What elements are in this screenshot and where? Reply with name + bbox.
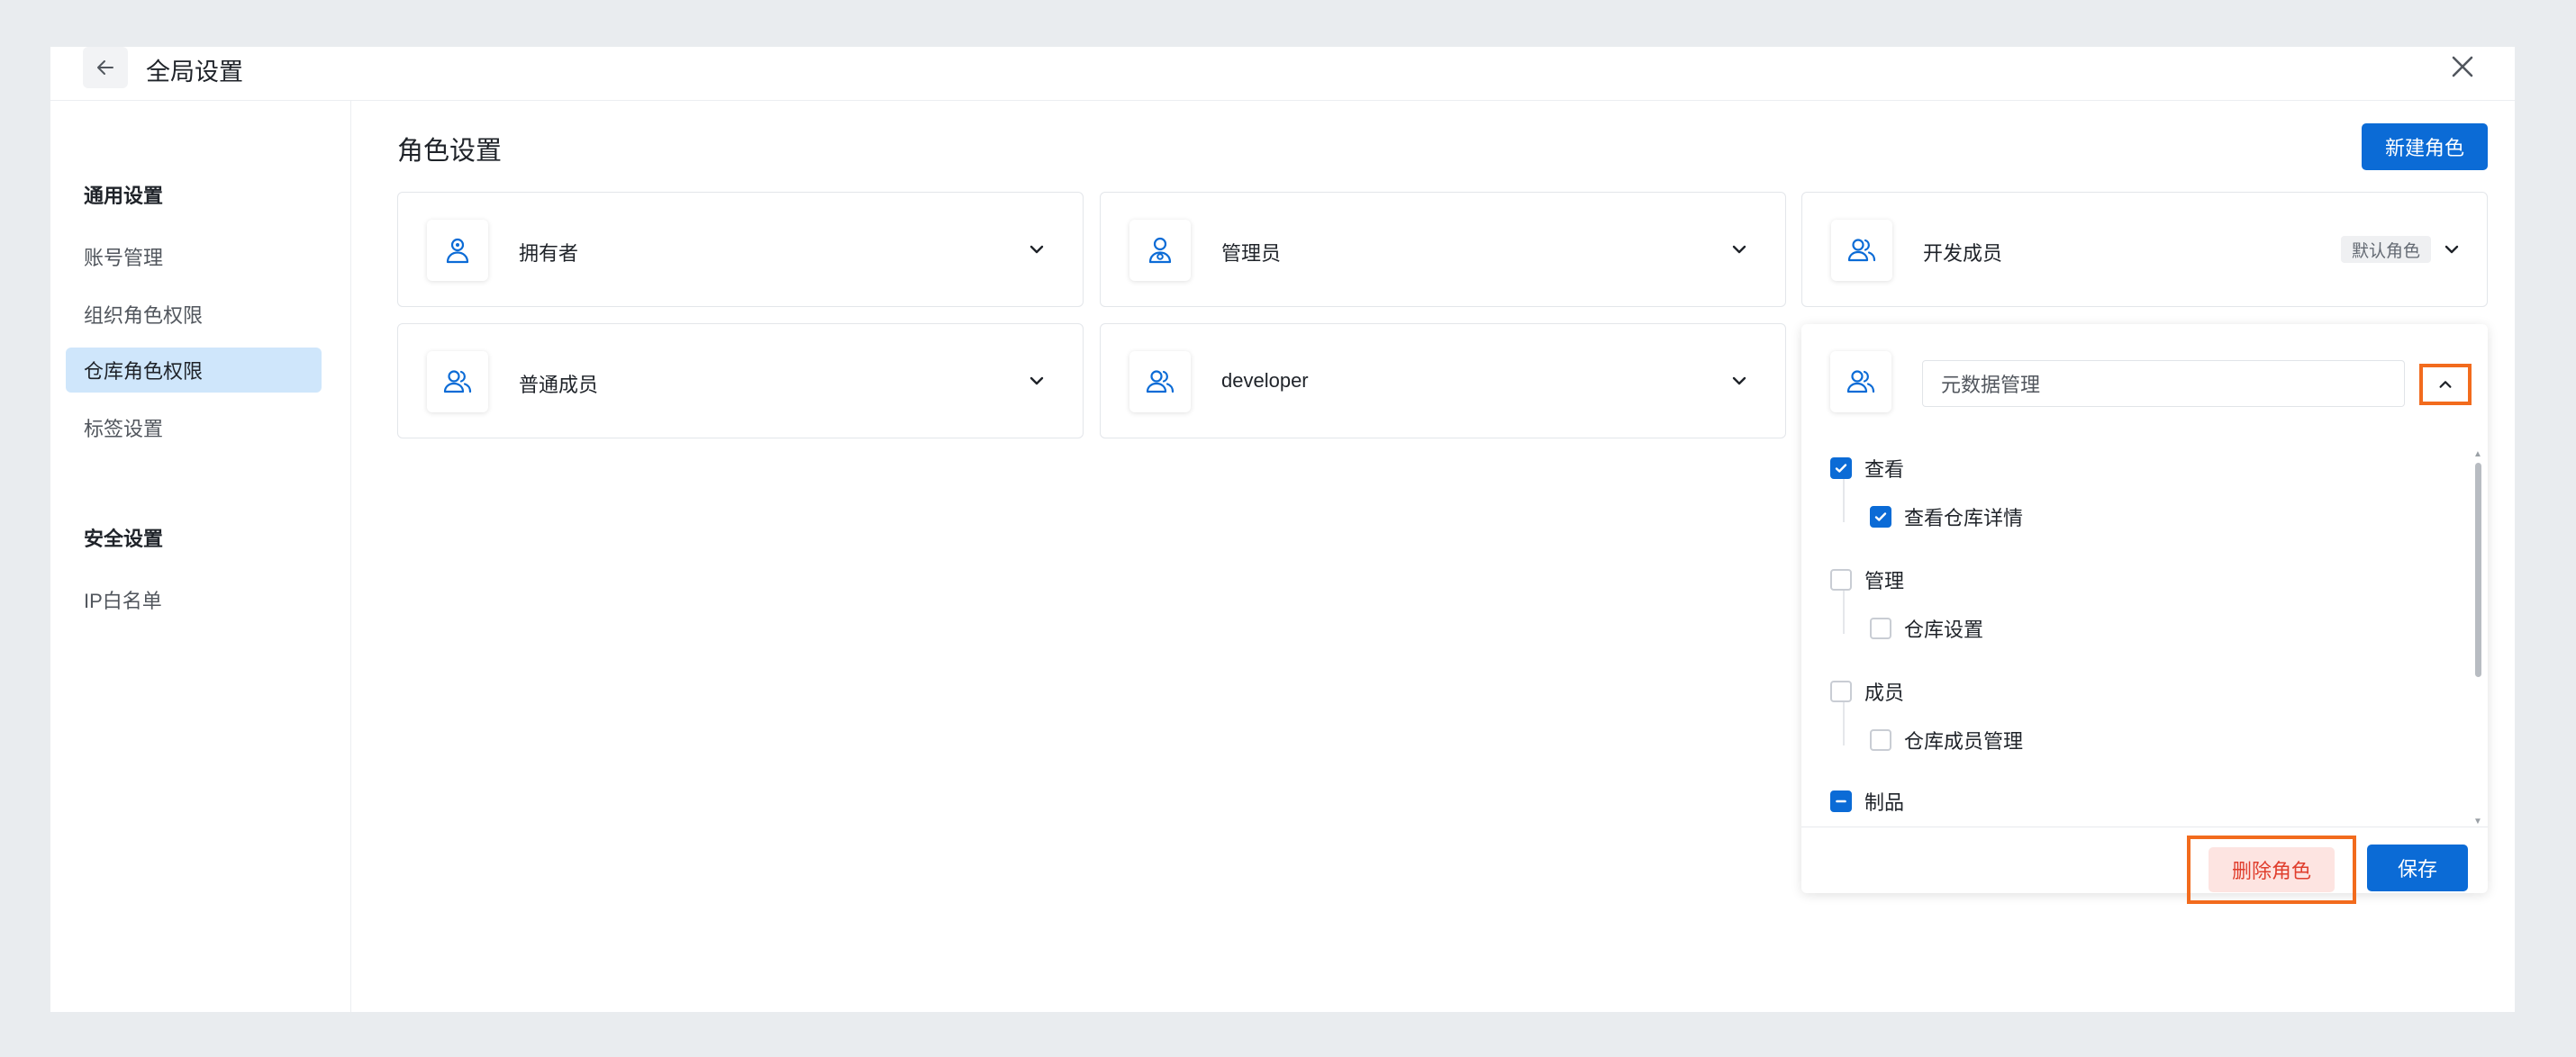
- back-button[interactable]: [83, 47, 128, 88]
- check-icon: [1835, 464, 1847, 473]
- permission-label: 查看仓库详情: [1904, 507, 2024, 529]
- role-name: 普通成员: [519, 374, 599, 396]
- checkbox[interactable]: [1830, 790, 1852, 812]
- role-name-input[interactable]: [1922, 360, 2405, 407]
- sidebar-item-repo-roles[interactable]: 仓库角色权限: [66, 348, 322, 393]
- role-icon-box: [1129, 220, 1191, 281]
- permission-label: 制品: [1864, 791, 1905, 814]
- close-icon: [2452, 56, 2473, 77]
- collapse-button[interactable]: [2419, 364, 2472, 405]
- role-card-member[interactable]: 普通成员: [397, 323, 1084, 438]
- checkbox[interactable]: [1870, 729, 1891, 751]
- sidebar-section-security: 安全设置: [84, 528, 164, 550]
- save-button[interactable]: 保存: [2367, 845, 2468, 891]
- default-role-badge: 默认角色: [2340, 236, 2431, 263]
- scroll-up-arrow-icon[interactable]: ▲: [2473, 450, 2482, 459]
- new-role-button[interactable]: 新建角色: [2362, 123, 2488, 170]
- sidebar-item-org-roles[interactable]: 组织角色权限: [66, 292, 322, 337]
- role-card-developer[interactable]: developer: [1100, 323, 1786, 438]
- role-icon-box: [1830, 351, 1891, 412]
- sidebar-section-general: 通用设置: [84, 185, 164, 207]
- sidebar-item-account[interactable]: 账号管理: [66, 234, 322, 279]
- global-settings-window: 全局设置 通用设置 账号管理 组织角色权限 仓库角色权限 标签设置 安全设置 I…: [50, 47, 2515, 1012]
- scrollbar[interactable]: ▲ ▼: [2473, 450, 2482, 828]
- expand-button[interactable]: [1023, 236, 1050, 263]
- permission-group-members[interactable]: 成员: [1830, 673, 1904, 709]
- role-name: developer: [1221, 369, 1309, 392]
- permission-repo-settings[interactable]: 仓库设置: [1870, 610, 1983, 646]
- expand-button[interactable]: [1726, 367, 1753, 394]
- expand-button[interactable]: [1023, 367, 1050, 394]
- chevron-up-icon: [2439, 381, 2452, 388]
- group-users-icon: [1846, 370, 1875, 393]
- role-name: 拥有者: [519, 242, 579, 265]
- checkbox[interactable]: [1830, 457, 1852, 479]
- checkbox[interactable]: [1870, 618, 1891, 639]
- close-button[interactable]: [2443, 49, 2482, 85]
- role-name: 开发成员: [1923, 242, 2003, 265]
- chevron-down-icon: [1029, 245, 1044, 254]
- header: 全局设置: [50, 47, 2515, 101]
- chevron-down-icon: [2444, 245, 2459, 254]
- minus-icon: [1836, 800, 1846, 803]
- permission-repo-member-manage[interactable]: 仓库成员管理: [1870, 722, 2023, 758]
- chevron-down-icon: [1732, 376, 1746, 385]
- role-icon-box: [427, 220, 488, 281]
- checkbox[interactable]: [1870, 506, 1891, 528]
- permission-group-view[interactable]: 查看: [1830, 450, 1904, 486]
- checkbox[interactable]: [1830, 681, 1852, 702]
- admin-user-icon: [1148, 237, 1172, 264]
- permission-label: 查看: [1864, 458, 1905, 481]
- expand-button[interactable]: [2438, 236, 2465, 263]
- chevron-down-icon: [1732, 245, 1746, 254]
- permission-group-artifacts[interactable]: 制品: [1830, 783, 1904, 819]
- expand-button[interactable]: [1726, 236, 1753, 263]
- scroll-down-arrow-icon[interactable]: ▼: [2473, 818, 2482, 827]
- role-card-admin[interactable]: 管理员: [1100, 192, 1786, 307]
- permission-label: 成员: [1864, 682, 1905, 704]
- owner-user-icon: [446, 238, 469, 264]
- permission-label: 仓库设置: [1904, 619, 1984, 641]
- checkbox[interactable]: [1830, 569, 1852, 591]
- permission-label: 管理: [1864, 570, 1905, 592]
- page-title: 全局设置: [146, 59, 243, 86]
- check-icon: [1874, 512, 1887, 521]
- permission-tree: 查看 查看仓库详情 管理 仓库设置 成员 仓库成员管理 制品: [1801, 450, 2488, 827]
- delete-role-button[interactable]: 删除角色: [2209, 847, 2335, 892]
- permission-label: 仓库成员管理: [1904, 730, 2024, 753]
- group-users-icon: [443, 370, 472, 393]
- role-edit-panel: 查看 查看仓库详情 管理 仓库设置 成员 仓库: [1801, 324, 2488, 904]
- arrow-left-icon: [97, 60, 113, 75]
- sidebar: 通用设置 账号管理 组织角色权限 仓库角色权限 标签设置 安全设置 IP白名单: [50, 101, 351, 1012]
- role-icon-box: [1129, 351, 1191, 412]
- scrollbar-thumb[interactable]: [2475, 463, 2481, 677]
- section-title: 角色设置: [397, 137, 503, 166]
- role-icon-box: [427, 351, 488, 412]
- permission-group-manage[interactable]: 管理: [1830, 562, 1904, 598]
- role-card-dev-member[interactable]: 开发成员 默认角色: [1801, 192, 2488, 307]
- role-icon-box: [1831, 220, 1892, 281]
- group-users-icon: [1847, 239, 1876, 262]
- group-users-icon: [1146, 370, 1175, 393]
- role-card-owner[interactable]: 拥有者: [397, 192, 1084, 307]
- permission-view-repo-detail[interactable]: 查看仓库详情: [1870, 499, 2023, 535]
- chevron-down-icon: [1029, 376, 1044, 385]
- sidebar-item-tags[interactable]: 标签设置: [66, 405, 322, 450]
- role-name: 管理员: [1221, 242, 1282, 265]
- delete-highlight: 删除角色: [2187, 836, 2356, 904]
- sidebar-item-ip-whitelist[interactable]: IP白名单: [66, 577, 322, 622]
